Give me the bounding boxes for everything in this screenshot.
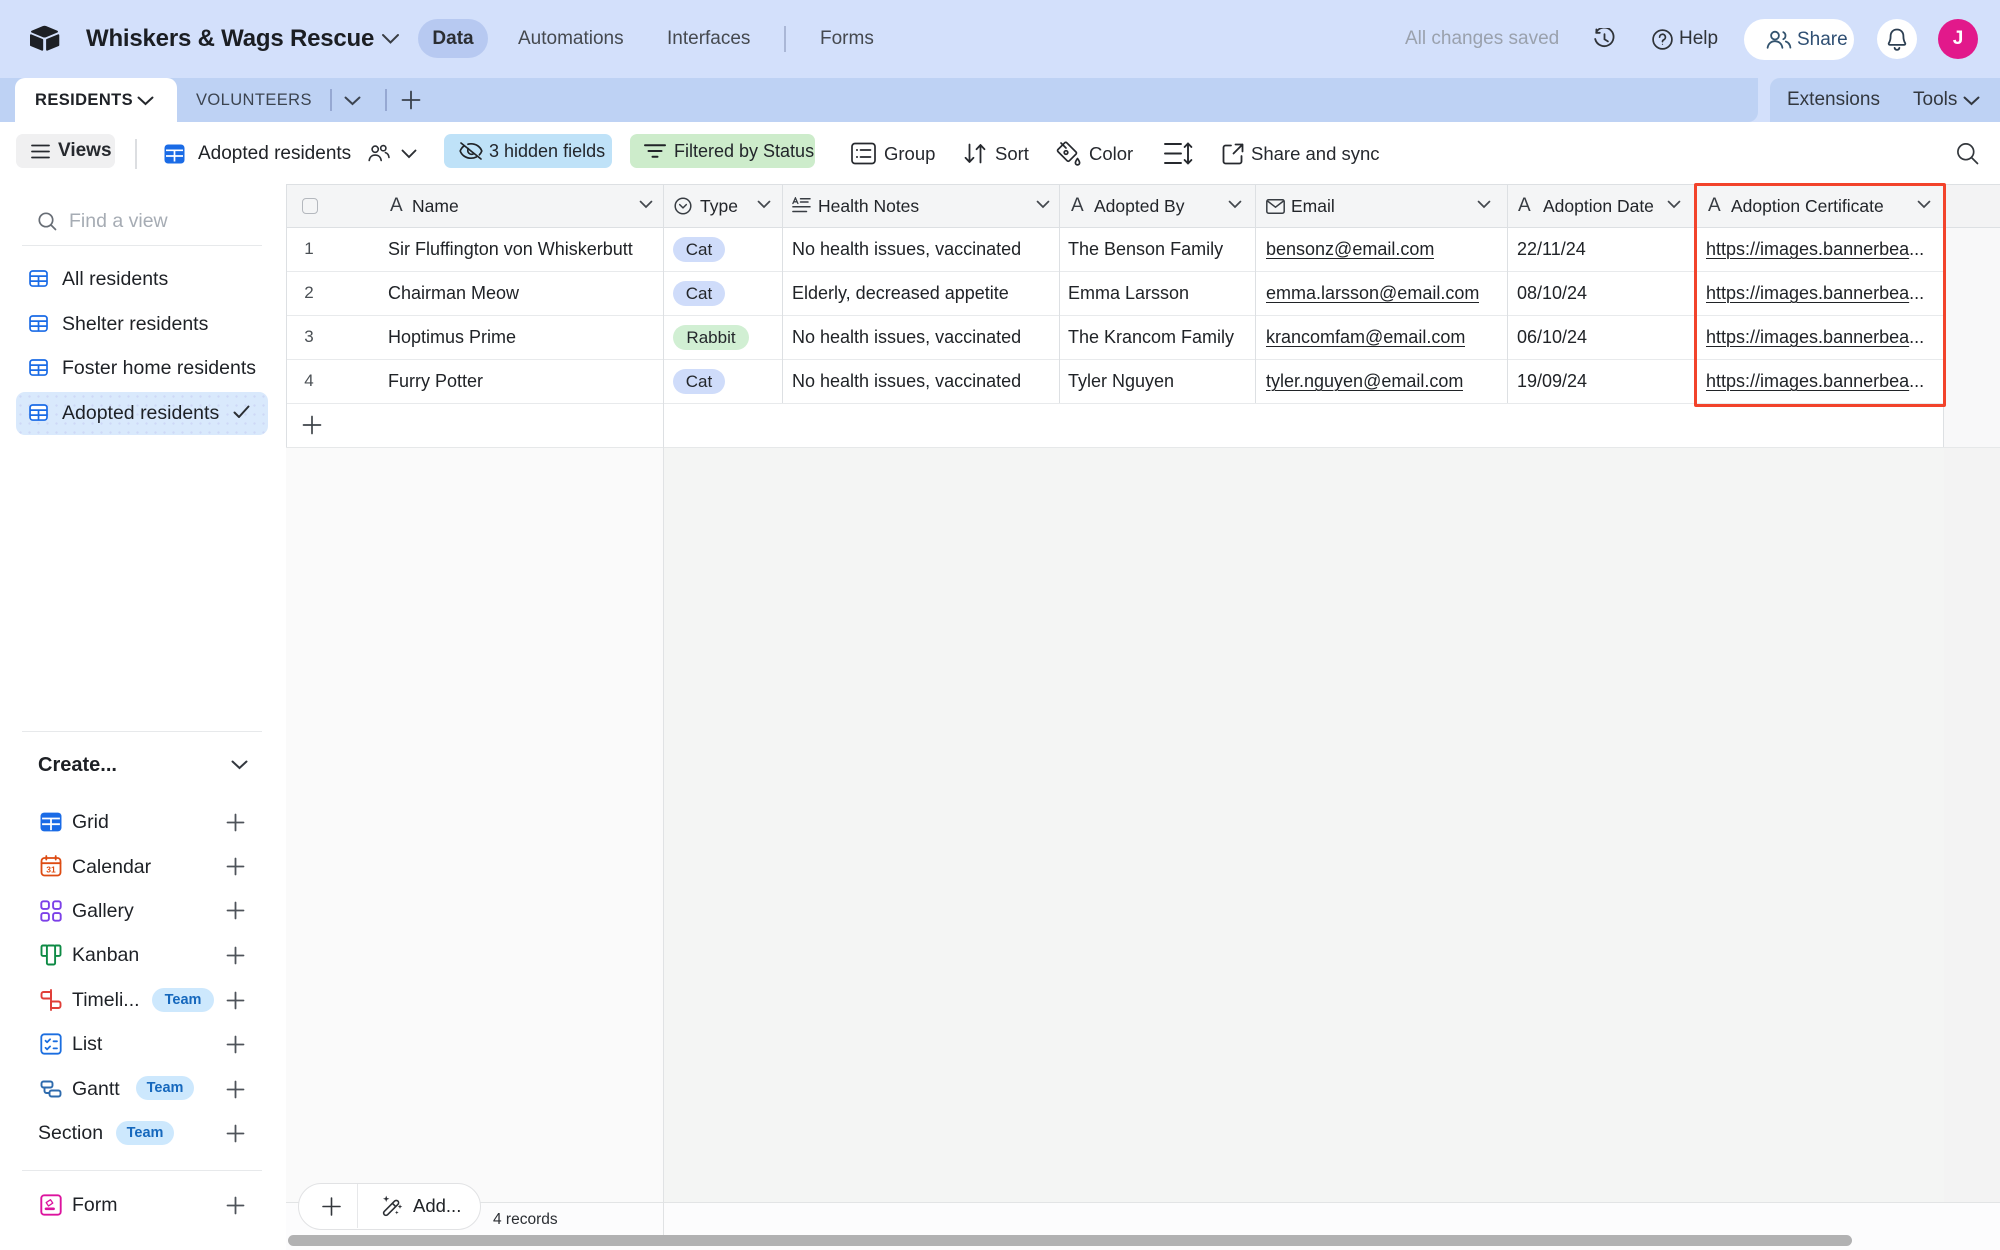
svg-text:31: 31 (46, 865, 56, 875)
